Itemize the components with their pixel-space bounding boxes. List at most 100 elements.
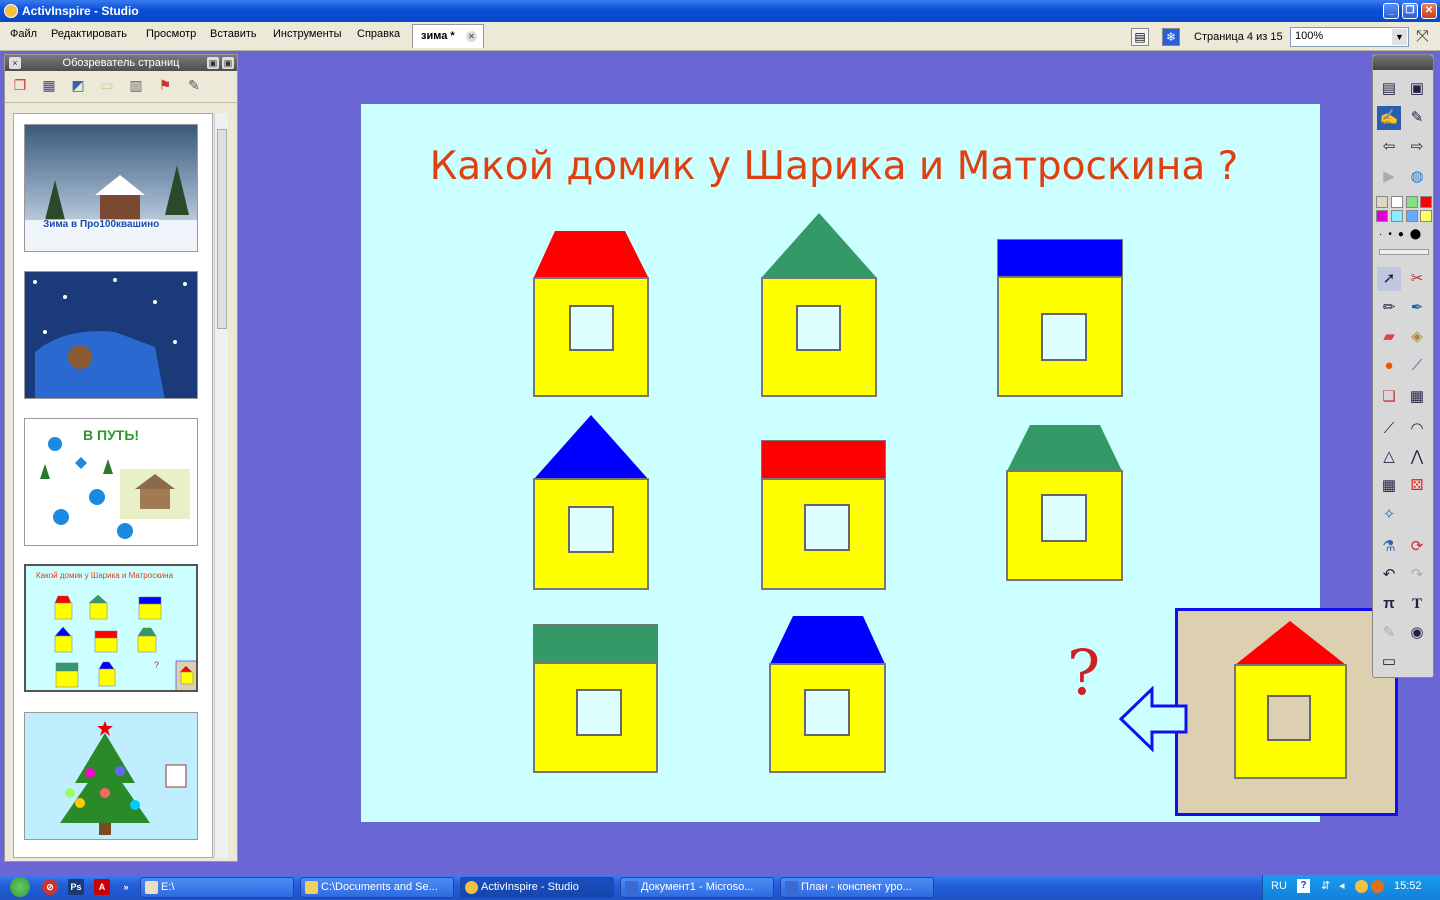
redo-icon[interactable]: ↷ (1405, 563, 1429, 587)
color-swatch[interactable] (1376, 210, 1388, 222)
object-browser-icon[interactable]: ◩ (67, 77, 89, 97)
menu-edit[interactable]: Редактировать (51, 28, 127, 40)
answer-house[interactable] (1234, 620, 1347, 779)
browser-pin-icon[interactable]: ▣ (222, 57, 234, 69)
color-swatch[interactable] (1406, 196, 1418, 208)
page-thumbnail-4[interactable]: Какой домик у Шарика и Матроскина ? (24, 564, 198, 692)
connector-icon[interactable]: ⟋ (1405, 354, 1429, 378)
main-menu-icon[interactable]: ▤ (1377, 77, 1401, 101)
chevron-down-icon[interactable]: ▼ (1392, 29, 1407, 45)
select-icon[interactable]: ➚ (1377, 267, 1401, 291)
undo-icon[interactable]: ↶ (1377, 563, 1401, 587)
close-button[interactable]: ✕ (1421, 3, 1437, 19)
acrobat-icon[interactable]: A (94, 879, 110, 895)
menu-file[interactable]: Файл (10, 28, 37, 40)
tab-close-icon[interactable]: ✕ (466, 31, 477, 42)
browser-scrollbar[interactable] (214, 113, 228, 858)
arrow-left-icon[interactable] (1118, 686, 1190, 752)
start-icon[interactable] (10, 877, 30, 897)
pen-width-selector[interactable]: ·•●⬤ (1379, 229, 1427, 240)
house-6[interactable] (1006, 424, 1123, 581)
media-icon[interactable]: ▦ (1405, 385, 1429, 409)
help-icon[interactable]: ? (1297, 879, 1310, 893)
photoshop-icon[interactable]: Ps (68, 879, 84, 895)
pen-icon[interactable]: ✏ (1377, 296, 1401, 320)
page-thumbnail-1[interactable]: Зима в Про100квашино (24, 124, 198, 252)
profile-icon[interactable]: ▣ (1405, 77, 1429, 101)
calculator-icon[interactable]: ▦ (1377, 474, 1401, 498)
page-thumbnail-3[interactable]: В ПУТЬ! (24, 418, 198, 546)
quicklaunch-more-icon[interactable]: » (118, 879, 134, 895)
color-swatch[interactable] (1391, 196, 1403, 208)
fill-icon[interactable]: ◈ (1405, 325, 1429, 349)
triangle-ruler-icon[interactable]: △ (1377, 445, 1401, 469)
house-4[interactable] (533, 414, 649, 590)
globe-icon[interactable]: ◍ (1405, 165, 1429, 189)
camera-icon[interactable]: ◉ (1405, 621, 1429, 645)
minimize-button[interactable]: _ (1383, 3, 1399, 19)
screen-icon[interactable]: ▭ (1377, 650, 1401, 674)
transparency-slider[interactable] (1379, 249, 1429, 255)
fullscreen-icon[interactable]: ⤧ (1416, 28, 1434, 46)
notes-browser-icon[interactable]: ▭ (96, 77, 118, 97)
text-icon[interactable]: T (1405, 592, 1429, 616)
browser-close-icon[interactable]: × (9, 57, 21, 69)
back-icon[interactable]: ⇦ (1377, 135, 1401, 159)
shape-icon[interactable]: ● (1377, 354, 1401, 378)
browser-dock-icon[interactable]: ▣ (207, 57, 219, 69)
page-thumbnail-2[interactable] (24, 271, 198, 399)
pi-icon[interactable]: π (1377, 592, 1401, 616)
play-icon[interactable]: ▶ (1377, 165, 1401, 189)
snowflake-icon[interactable]: ❄ (1162, 28, 1180, 46)
activ-tray-icon[interactable] (1355, 880, 1368, 893)
language-indicator[interactable]: RU (1271, 880, 1287, 892)
page-browser-icon[interactable]: ❐ (9, 77, 31, 97)
task-explorer-docs[interactable]: C:\Documents and Se... (300, 877, 454, 898)
house-8[interactable] (769, 615, 886, 773)
browser-icon[interactable]: ⊘ (42, 879, 58, 895)
highlighter-icon[interactable]: ✒ (1405, 296, 1429, 320)
color-swatch[interactable] (1420, 196, 1432, 208)
house-3[interactable] (997, 239, 1123, 397)
action-browser-icon[interactable]: ⚑ (154, 77, 176, 97)
color-swatch[interactable] (1406, 210, 1418, 222)
ruler-icon[interactable]: ⟋ (1377, 417, 1401, 441)
compass-icon[interactable]: ⋀ (1405, 445, 1429, 469)
task-word-plan[interactable]: План - конспект уро... (780, 877, 934, 898)
maximize-button[interactable]: ❐ (1402, 3, 1418, 19)
protractor-icon[interactable]: ◠ (1405, 417, 1429, 441)
clipart-icon[interactable]: ❏ (1377, 385, 1401, 409)
forward-icon[interactable]: ⇨ (1405, 135, 1429, 159)
av-tray-icon[interactable] (1371, 880, 1384, 893)
tray-expand-icon[interactable]: ◂ (1339, 879, 1345, 892)
color-swatch[interactable] (1420, 210, 1432, 222)
menu-view[interactable]: Просмотр (146, 28, 196, 40)
page-notes-icon[interactable]: ▤ (1131, 28, 1149, 46)
menu-tools[interactable]: Инструменты (273, 28, 342, 40)
color-swatch[interactable] (1391, 210, 1403, 222)
tab-document[interactable]: зима * ✕ (412, 24, 484, 48)
answer-panel[interactable] (1175, 608, 1398, 816)
tools-icon[interactable]: ✂ (1405, 267, 1429, 291)
scrollbar-thumb[interactable] (217, 129, 227, 329)
task-explorer-e[interactable]: E:\ (140, 877, 294, 898)
resource-browser-icon[interactable]: ▦ (38, 77, 60, 97)
voting-browser-icon[interactable]: ✎ (183, 77, 205, 97)
house-1[interactable] (533, 230, 649, 397)
house-7[interactable] (533, 624, 658, 773)
dice-icon[interactable]: ⚄ (1405, 474, 1429, 498)
property-browser-icon[interactable]: ▥ (125, 77, 147, 97)
page-thumbnail-5[interactable] (24, 712, 198, 840)
menu-help[interactable]: Справка (357, 28, 400, 40)
magic-icon[interactable]: ✧ (1377, 503, 1401, 527)
handwriting-icon[interactable]: ✍ (1377, 106, 1401, 130)
zoom-select[interactable]: 100% ▼ (1290, 27, 1409, 47)
color-swatch[interactable] (1376, 196, 1388, 208)
task-word-doc1[interactable]: Документ1 - Microso... (620, 877, 774, 898)
task-activinspire[interactable]: ActivInspire - Studio (460, 877, 614, 898)
desktop-annotate-icon[interactable]: ✎ (1405, 106, 1429, 130)
house-5[interactable] (761, 440, 886, 590)
network-icon[interactable]: ⇵ (1321, 879, 1330, 892)
recognize-icon[interactable]: ✎ (1377, 621, 1401, 645)
eraser-icon[interactable]: ▰ (1377, 325, 1401, 349)
